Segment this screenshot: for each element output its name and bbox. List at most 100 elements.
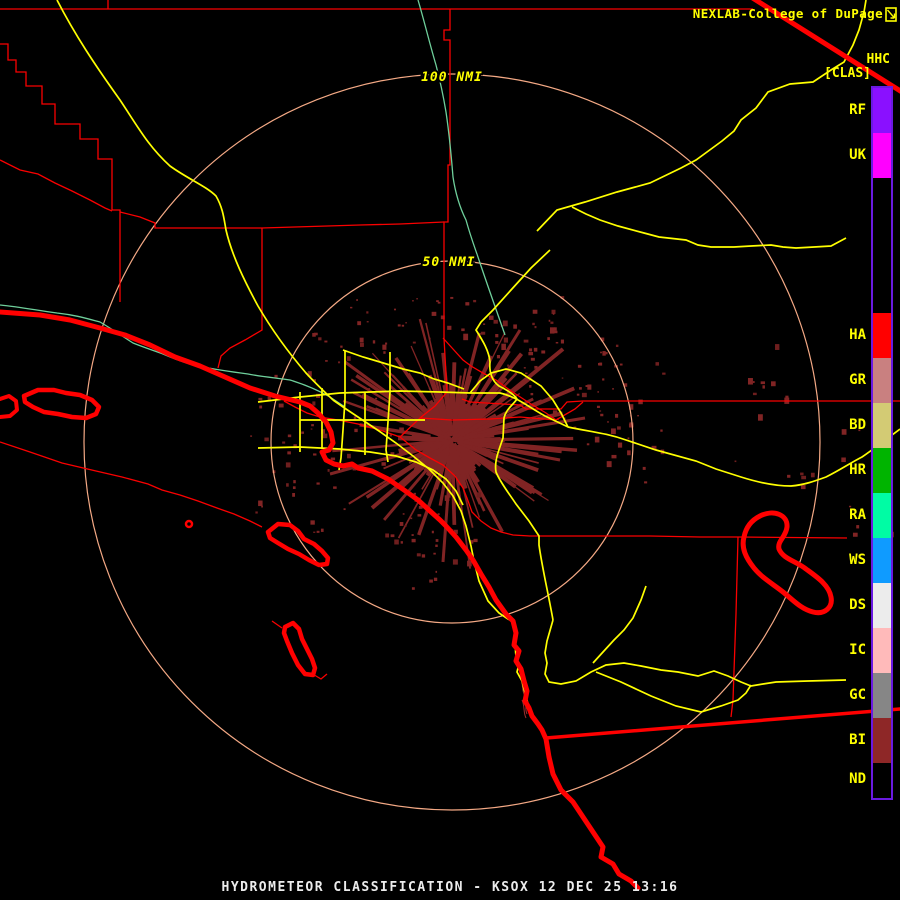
echo-dot: [627, 437, 630, 440]
echo-dot: [399, 427, 404, 433]
echo-dot: [435, 539, 439, 542]
echo-dot: [404, 525, 407, 527]
echo-dot: [552, 312, 555, 315]
echo-dot: [586, 443, 590, 446]
echo-dot: [301, 431, 305, 434]
echo-dot: [762, 385, 765, 389]
echo-dot: [447, 325, 452, 330]
echo-dot: [411, 538, 416, 543]
echo-dot: [533, 347, 538, 352]
echo-dot: [615, 344, 619, 348]
echo-dot: [346, 356, 351, 361]
echo-dot: [655, 362, 660, 366]
echo-spoke: [448, 383, 454, 420]
echo-dot: [436, 300, 439, 303]
echo-dot: [366, 321, 369, 323]
echo-dot: [322, 433, 328, 439]
echo-dot: [615, 413, 619, 418]
echo-dot: [594, 436, 600, 443]
echo-dot: [287, 451, 291, 455]
echo-dot: [421, 554, 426, 558]
echo-dot: [753, 381, 755, 383]
echo-dot: [525, 372, 528, 375]
echo-dot: [476, 492, 482, 498]
echo-dot: [599, 362, 603, 366]
echo-dot: [662, 372, 666, 375]
echo-dot: [548, 319, 551, 322]
echo-dot: [529, 348, 533, 352]
echo-dot: [841, 429, 847, 435]
echo-dot: [480, 331, 486, 335]
echo-dot: [502, 347, 506, 350]
echo-dot: [250, 435, 253, 437]
echo-dot: [330, 457, 336, 461]
echo-dot: [385, 533, 390, 538]
echo-dot: [347, 453, 351, 459]
echo-dot: [550, 321, 554, 324]
echo-dot: [367, 388, 371, 391]
echo-dot: [752, 392, 757, 396]
echo-dot: [327, 469, 330, 472]
echo-dot: [292, 486, 296, 490]
echo-dot: [461, 328, 465, 332]
salton-sea-outline: [740, 510, 834, 616]
echo-dot: [375, 397, 378, 400]
echo-dot: [530, 357, 535, 361]
echo-dot: [848, 505, 852, 508]
echo-dot: [502, 320, 508, 327]
echo-dot: [532, 322, 535, 326]
outer-ring-label: 100 NMI: [421, 70, 483, 85]
echo-dot: [366, 311, 369, 314]
echo-dot: [493, 319, 498, 324]
echo-dot: [541, 350, 546, 354]
echo-dot: [528, 352, 534, 356]
echo-dot: [858, 429, 861, 432]
echo-dot: [286, 483, 289, 487]
echo-dot: [333, 486, 337, 489]
echo-dot: [888, 531, 894, 538]
island-outline: [0, 394, 19, 419]
echo-dot: [285, 462, 291, 468]
echo-dot: [337, 361, 341, 364]
product-abbr-label: HHC: [866, 52, 890, 67]
echo-dot: [452, 559, 458, 565]
echo-dot: [435, 570, 438, 573]
echo-dot: [354, 428, 358, 433]
echo-dot: [416, 298, 418, 300]
island-outline: [21, 387, 102, 421]
echo-dot: [496, 354, 500, 359]
echo-dot: [359, 342, 364, 347]
echo-dot: [357, 321, 362, 326]
echo-dot: [473, 538, 478, 543]
echo-dot: [596, 405, 600, 409]
echo-dot: [416, 553, 421, 557]
echo-dot: [534, 325, 537, 329]
echo-dot: [399, 521, 404, 526]
echo-dot: [617, 442, 623, 448]
echo-dot: [841, 457, 846, 463]
echo-dot: [775, 344, 780, 350]
echo-dot: [602, 378, 605, 381]
radar-page: 100 NMI 50 NMI NEXLAB-College of DuPage …: [0, 0, 900, 900]
echo-dot: [320, 528, 324, 532]
echo-dot: [450, 296, 454, 299]
echo-dot: [431, 311, 437, 316]
echo-dot: [353, 416, 357, 420]
echo-dot: [495, 334, 499, 338]
echo-dot: [619, 363, 623, 366]
echo-dot: [463, 333, 469, 341]
pacific-coastline: [0, 309, 641, 891]
echo-dot: [560, 339, 564, 344]
echo-dot: [402, 513, 405, 515]
echo-dot: [599, 410, 602, 412]
county-lines: [0, 0, 900, 718]
echo-dot: [642, 466, 646, 470]
echo-dot: [597, 391, 599, 393]
echo-dot: [278, 403, 284, 408]
echo-dot: [412, 341, 416, 344]
echo-dot: [405, 322, 407, 324]
echo-dot: [312, 332, 316, 337]
echo-dot: [293, 480, 296, 484]
echo-dot: [637, 415, 639, 417]
echo-dot: [372, 340, 376, 344]
